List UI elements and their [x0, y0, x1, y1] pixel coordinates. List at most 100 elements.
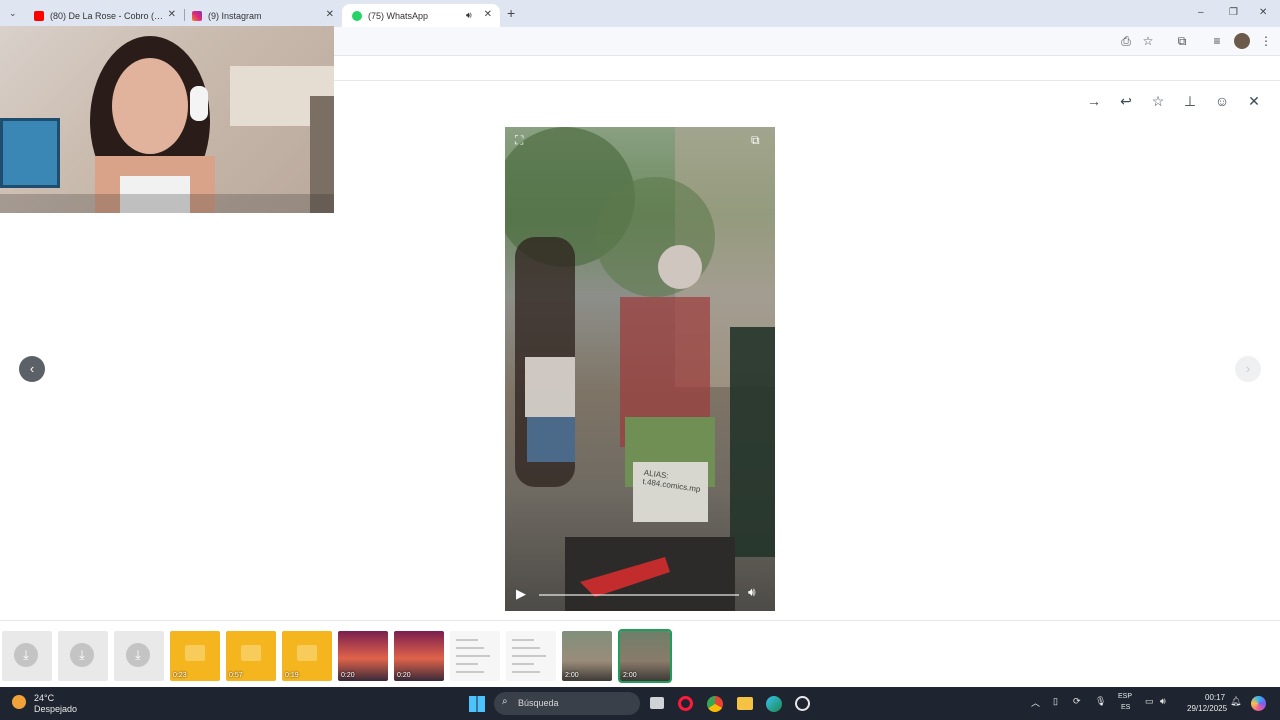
fullscreen-icon[interactable]: ⛶	[515, 133, 523, 148]
opera-gx-icon[interactable]	[678, 696, 693, 711]
pin-icon[interactable]: ⊥	[1181, 92, 1199, 110]
media-controls-icon[interactable]: ≡	[1209, 33, 1225, 49]
tab-youtube[interactable]: (80) De La Rose - Cobro (Offici ✕	[24, 4, 184, 27]
download-icon: ⤓	[14, 643, 38, 667]
browser-tab-strip: ⌄ (80) De La Rose - Cobro (Offici ✕ (9) …	[0, 0, 1280, 27]
weather-icon[interactable]	[12, 695, 26, 709]
media-thumbnail[interactable]: 0:23	[170, 631, 220, 681]
profile-avatar[interactable]	[1234, 33, 1250, 49]
volume-icon[interactable]: 🔊︎	[748, 585, 756, 600]
tab-title: (80) De La Rose - Cobro (Offici	[50, 10, 170, 21]
audio-thumbnail-icon	[297, 645, 317, 661]
emoji-reaction-icon[interactable]: ☺	[1213, 92, 1231, 110]
seek-bar[interactable]	[539, 594, 739, 596]
tab-whatsapp[interactable]: (75) WhatsApp 🔊︎ ✕	[342, 4, 500, 27]
maximize-button[interactable]: ❐	[1229, 7, 1238, 18]
document-text-line	[456, 647, 484, 649]
document-text-line	[512, 671, 540, 673]
copilot-icon[interactable]	[1251, 696, 1266, 711]
video-player[interactable]: ALIAS: t.484.comics.mp ⛶ ⧉ ▶ 🔊︎	[505, 127, 775, 611]
sync-icon[interactable]: ⟳	[1073, 696, 1081, 707]
document-text-line	[456, 655, 490, 657]
tab-instagram[interactable]: (9) Instagram ✕	[182, 4, 342, 27]
viewer-header-divider	[334, 80, 1280, 81]
thumbnail-duration: 0:20	[341, 672, 355, 679]
browser-menu-icon[interactable]: ⋮	[1258, 33, 1274, 49]
thumbnail-duration: 2:00	[565, 672, 579, 679]
media-thumbnail[interactable]: ⤓	[2, 631, 52, 681]
next-media-button[interactable]: ›	[1235, 356, 1261, 382]
show-hidden-icons-chevron[interactable]: ︿	[1031, 696, 1040, 709]
thumbnail-duration: 0:57	[229, 672, 243, 679]
clock-date[interactable]: 29/12/2025	[1187, 704, 1227, 713]
picture-in-picture-icon[interactable]: ⧉	[751, 133, 760, 148]
previous-media-button[interactable]: ‹	[19, 356, 45, 382]
webcam-overlay	[0, 26, 334, 213]
download-icon: ⤓	[126, 643, 150, 667]
close-viewer-icon[interactable]: ✕	[1245, 92, 1263, 110]
reply-arrow-icon[interactable]: ↩	[1117, 92, 1135, 110]
star-icon[interactable]: ☆	[1149, 92, 1167, 110]
close-tab-icon[interactable]: ✕	[168, 9, 176, 20]
bookmark-star-icon[interactable]: ☆	[1140, 33, 1156, 49]
tab-search-chevron-icon[interactable]: ⌄	[9, 8, 17, 19]
document-text-line	[456, 663, 478, 665]
language-bottom[interactable]: ES	[1121, 704, 1130, 711]
play-button[interactable]: ▶	[516, 586, 526, 602]
download-icon: ⤓	[70, 643, 94, 667]
document-text-line	[512, 655, 546, 657]
forward-arrow-icon[interactable]: →	[1085, 92, 1103, 110]
close-window-button[interactable]: ✕	[1259, 7, 1267, 18]
search-icon: ⌕	[502, 696, 508, 707]
whatsapp-icon	[352, 10, 362, 21]
chatgpt-icon[interactable]	[795, 696, 810, 711]
document-text-line	[456, 671, 484, 673]
file-explorer-icon[interactable]	[737, 697, 753, 710]
clock-time[interactable]: 00:17	[1205, 693, 1225, 702]
thumbnail-duration: 0:19	[285, 672, 299, 679]
taskbar-search-box[interactable]: ⌕ Búsqueda	[494, 692, 640, 715]
new-tab-button[interactable]: +	[507, 5, 515, 21]
close-tab-icon[interactable]: ✕	[326, 9, 334, 20]
media-thumbnail[interactable]	[506, 631, 556, 681]
media-thumbnail[interactable]: ⤓	[114, 631, 164, 681]
tab-title: (75) WhatsApp	[368, 10, 429, 21]
task-view-icon[interactable]	[650, 697, 664, 709]
microphone-icon[interactable]: 🎙︎	[1095, 696, 1106, 707]
thumbnail-duration: 0:20	[397, 672, 411, 679]
document-text-line	[512, 639, 534, 641]
start-windows-icon[interactable]	[469, 696, 485, 712]
weather-description: Despejado	[34, 704, 78, 714]
media-thumbnail[interactable]: 0:19	[282, 631, 332, 681]
thumbnail-duration: 0:23	[173, 672, 187, 679]
media-thumbnail[interactable]: 0:20	[394, 631, 444, 681]
media-thumbnail[interactable]: 2:00	[562, 631, 612, 681]
notification-bell-icon[interactable]: 🔔︎	[1230, 696, 1241, 707]
minimize-button[interactable]: –	[1198, 7, 1204, 18]
audio-playing-icon[interactable]: 🔊︎	[466, 10, 472, 21]
media-thumbnail[interactable]: ⤓	[58, 631, 108, 681]
weather-temperature: 24°C	[34, 693, 55, 703]
media-thumbnail[interactable]: 0:57	[226, 631, 276, 681]
thumbnail-duration: 2:00	[623, 672, 637, 679]
close-tab-icon[interactable]: ✕	[484, 9, 492, 20]
extensions-puzzle-icon[interactable]: ⧉	[1174, 33, 1190, 49]
document-text-line	[456, 639, 478, 641]
webcam-feed-image	[0, 36, 334, 213]
document-text-line	[512, 663, 534, 665]
network-icon[interactable]: ▭	[1145, 696, 1154, 707]
install-app-icon[interactable]: ⎙	[1118, 33, 1134, 49]
chrome-icon[interactable]	[707, 696, 723, 712]
audio-thumbnail-icon	[185, 645, 205, 661]
usb-icon[interactable]: ▯	[1053, 696, 1058, 707]
video-frame-illustration	[505, 127, 775, 611]
edge-icon[interactable]	[766, 696, 782, 712]
media-thumbnail[interactable]	[450, 631, 500, 681]
volume-tray-icon[interactable]: 🔊︎	[1160, 696, 1166, 707]
media-thumbnail[interactable]: 0:20	[338, 631, 388, 681]
media-thumbnail[interactable]: 2:00	[618, 629, 672, 683]
language-top[interactable]: ESP	[1118, 693, 1132, 700]
audio-thumbnail-icon	[241, 645, 261, 661]
media-thumbnail-strip: ⤓ ⤓ ⤓ 0:23 0:57 0:19 0:20 0:20 2:00 2:00	[0, 620, 1280, 687]
document-text-line	[512, 647, 540, 649]
